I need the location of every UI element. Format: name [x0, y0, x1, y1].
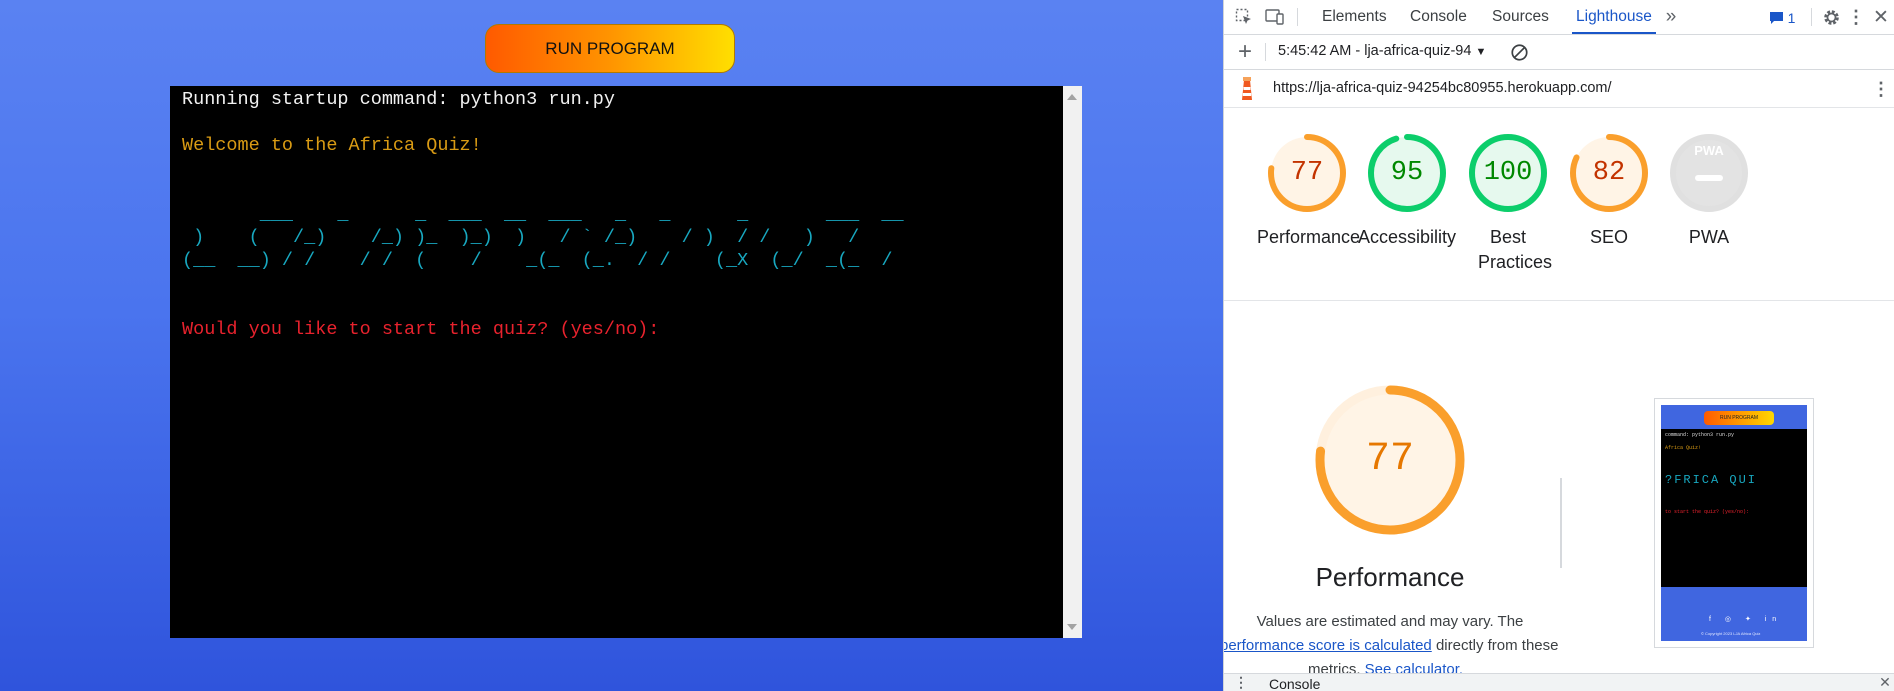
- devtools-tabbar: Elements Console Sources Lighthouse » 1 …: [1224, 0, 1894, 35]
- report-selector[interactable]: 5:45:42 AM - lja-africa-quiz-94 ▼: [1278, 43, 1486, 59]
- performance-score: 77: [1365, 437, 1414, 482]
- ascii-art-line-1: ___ _ _ ___ __ ___ _ _ _ ___ __: [182, 204, 904, 225]
- lighthouse-toolbar: + 5:45:42 AM - lja-africa-quiz-94 ▼: [1224, 35, 1894, 70]
- gauge-label: Best Practices: [1478, 227, 1553, 272]
- gauge-score: 77: [1290, 158, 1324, 188]
- gauge-performance[interactable]: 77 Performance: [1257, 131, 1361, 250]
- gauge-score: 100: [1483, 158, 1533, 188]
- section-divider: [1224, 300, 1894, 301]
- gauge-label: Accessibility: [1357, 227, 1457, 247]
- estimate-note-line-2: performance score is calculated directly…: [1224, 637, 1580, 654]
- inspect-element-icon[interactable]: [1234, 7, 1254, 27]
- tab-sources[interactable]: Sources: [1492, 0, 1549, 34]
- tab-lighthouse[interactable]: Lighthouse: [1572, 0, 1656, 34]
- estimate-note: Values are estimated and may vary. The: [1256, 613, 1524, 630]
- app-viewport: RUN PROGRAM Running startup command: pyt…: [0, 0, 1223, 691]
- device-toolbar-icon[interactable]: [1264, 7, 1286, 27]
- vertical-separator: [1560, 478, 1562, 568]
- gauge-best-practices[interactable]: 100 Best Practices: [1458, 131, 1558, 275]
- terminal[interactable]: Running startup command: python3 run.py …: [170, 86, 1082, 638]
- ascii-art-line-3: (__ __) / / / / ( / _(_ (_. / / (_X (_/ …: [182, 250, 893, 271]
- gauge-score: 82: [1592, 158, 1626, 188]
- terminal-output: Running startup command: python3 run.py …: [182, 88, 904, 341]
- console-drawer[interactable]: ⋮ Console ✕: [1224, 673, 1894, 691]
- close-drawer-icon[interactable]: ✕: [1879, 674, 1891, 690]
- terminal-scrollbar[interactable]: [1063, 86, 1082, 638]
- settings-gear-icon[interactable]: [1820, 6, 1842, 28]
- report-selector-label: 5:45:42 AM - lja-africa-quiz-94: [1278, 43, 1472, 59]
- issues-count: 1: [1787, 10, 1796, 26]
- scroll-down-icon[interactable]: [1067, 624, 1077, 630]
- thumbnail-run-button: RUN PROGRAM: [1704, 411, 1774, 425]
- thumbnail-terminal: command: python3 run.py Africa Quiz! ?FR…: [1661, 429, 1807, 587]
- gauge-ring: PWA: [1667, 131, 1751, 215]
- gauge-ring: 100: [1466, 131, 1550, 215]
- drawer-menu-icon[interactable]: ⋮: [1234, 674, 1248, 690]
- thumbnail-social-icons: f ◎ ✦ in: [1709, 616, 1783, 623]
- gauge-label: Performance: [1257, 227, 1361, 247]
- gauge-pwa[interactable]: PWA PWA: [1659, 131, 1759, 250]
- thumbnail-line-2: Africa Quiz!: [1665, 445, 1702, 451]
- performance-title: Performance: [1315, 562, 1465, 592]
- run-program-button[interactable]: RUN PROGRAM: [485, 24, 735, 73]
- gauge-score: 95: [1390, 158, 1424, 188]
- ascii-art-line-2: ) ( /_) /_) )_ )_) ) / ` /_) / ) / / ) /: [182, 227, 860, 248]
- lighthouse-logo-icon: [1236, 75, 1258, 103]
- dropdown-arrow-icon: ▼: [1475, 46, 1487, 58]
- issues-button[interactable]: 1: [1762, 8, 1802, 28]
- thumbnail-line-1: command: python3 run.py: [1665, 432, 1735, 438]
- gauge-ring: 82: [1567, 131, 1651, 215]
- quiz-prompt-line: Would you like to start the quiz? (yes/n…: [182, 319, 660, 340]
- issues-icon: [1769, 12, 1783, 24]
- report-url[interactable]: https://lja-africa-quiz-94254bc80955.her…: [1273, 80, 1612, 96]
- final-screenshot-thumbnail[interactable]: RUN PROGRAM command: python3 run.py Afri…: [1654, 398, 1814, 648]
- close-devtools-icon[interactable]: ✕: [1872, 6, 1890, 28]
- welcome-line: Welcome to the Africa Quiz!: [182, 135, 482, 156]
- gauge-label: SEO: [1589, 227, 1628, 247]
- pwa-badge-icon: PWA: [1694, 143, 1724, 158]
- drawer-tab-console[interactable]: Console: [1269, 676, 1320, 691]
- thumbnail-copyright: © Copyright 2023 LJA Africa Quiz: [1701, 631, 1761, 636]
- performance-gauge: 77: [1310, 380, 1470, 540]
- thumbnail-page: RUN PROGRAM command: python3 run.py Afri…: [1661, 405, 1807, 641]
- scroll-up-icon[interactable]: [1067, 94, 1077, 100]
- gauge-seo[interactable]: 82 SEO: [1559, 131, 1659, 250]
- thumbnail-line-3: ?FRICA QUI: [1665, 473, 1758, 487]
- more-options-icon[interactable]: ⋮: [1847, 6, 1865, 28]
- clear-all-icon[interactable]: [1508, 41, 1530, 63]
- more-tabs-icon[interactable]: »: [1661, 6, 1681, 28]
- devtools-panel: Elements Console Sources Lighthouse » 1 …: [1223, 0, 1894, 691]
- report-url-bar: https://lja-africa-quiz-94254bc80955.her…: [1224, 70, 1894, 108]
- url-more-options-icon[interactable]: ⋮: [1872, 78, 1890, 100]
- estimate-note-end: directly from these: [1435, 637, 1559, 654]
- gauge-ring: 95: [1365, 131, 1449, 215]
- new-report-plus-icon[interactable]: +: [1234, 38, 1256, 65]
- gauge-accessibility[interactable]: 95 Accessibility: [1357, 131, 1457, 250]
- tab-console[interactable]: Console: [1410, 0, 1467, 34]
- tab-elements[interactable]: Elements: [1322, 0, 1387, 34]
- gauge-ring: 77: [1265, 131, 1349, 215]
- score-calculated-link[interactable]: performance score is calculated: [1224, 637, 1432, 654]
- thumbnail-line-4: to start the quiz? (yes/no):: [1665, 509, 1750, 515]
- startup-line: Running startup command: python3 run.py: [182, 89, 615, 110]
- gauge-label: PWA: [1688, 227, 1730, 247]
- gauge-score: PWA: [1667, 131, 1751, 215]
